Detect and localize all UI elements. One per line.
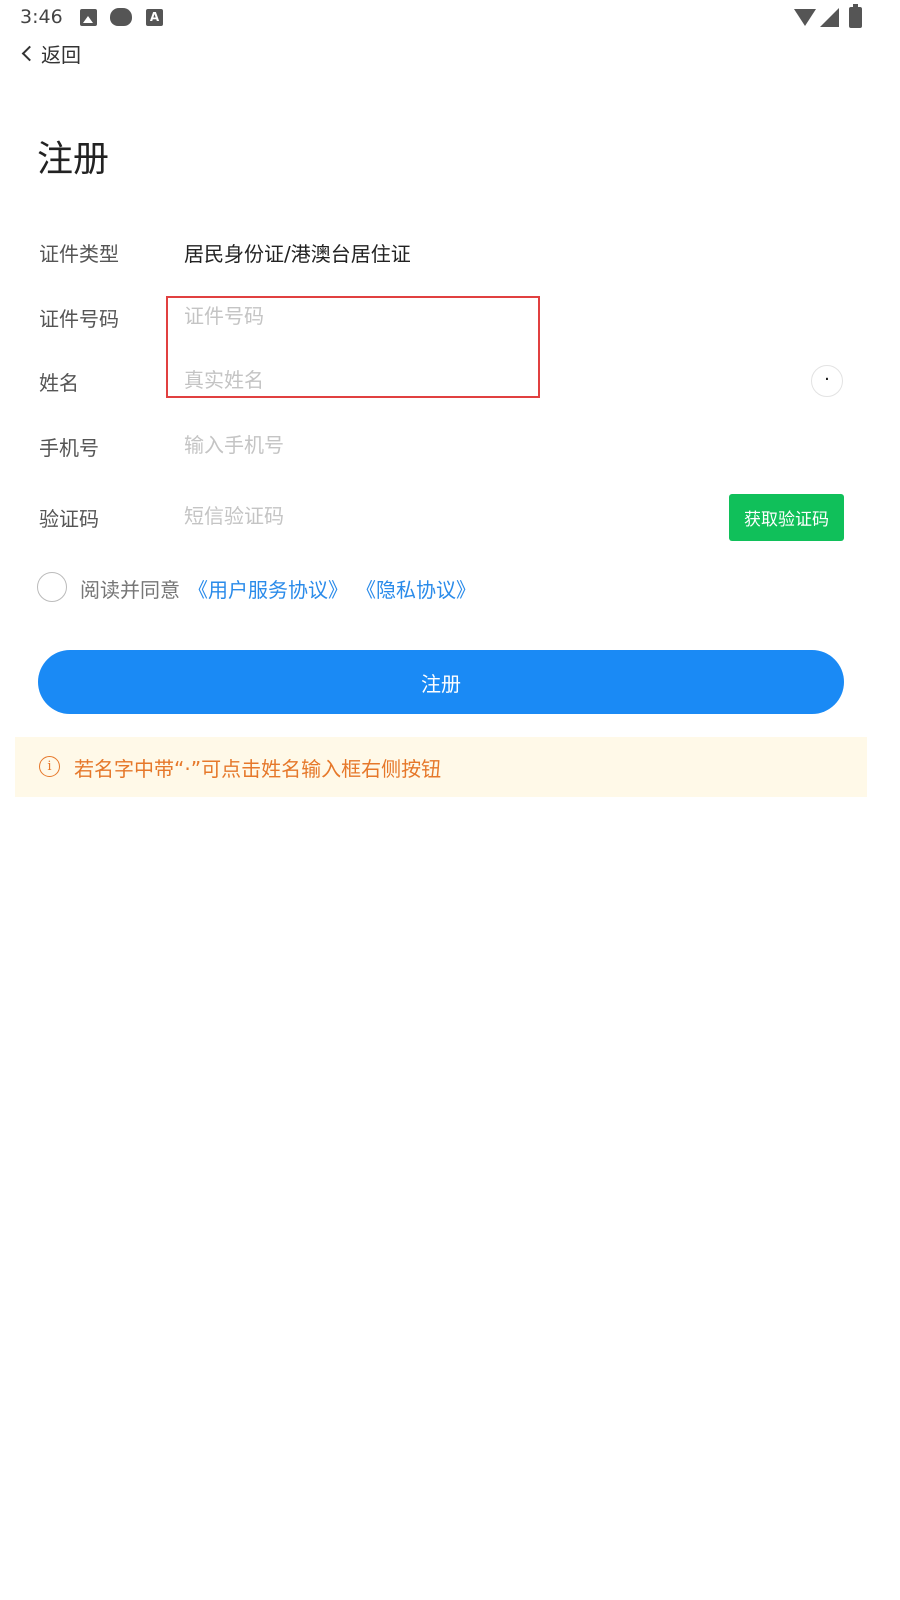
code-input[interactable] xyxy=(176,494,552,538)
middle-dot-icon: · xyxy=(824,369,830,390)
phone-input[interactable] xyxy=(176,423,552,467)
id-type-label: 证件类型 xyxy=(39,242,119,266)
insert-dot-button[interactable]: · xyxy=(811,365,843,397)
id-type-value[interactable]: 居民身份证/港澳台居住证 xyxy=(184,238,411,267)
tip-banner: i 若名字中带“·”可点击姓名输入框右侧按钮 xyxy=(15,737,867,797)
highlight-box xyxy=(166,296,540,398)
wifi-icon xyxy=(794,9,816,26)
name-label: 姓名 xyxy=(39,371,79,395)
page-title: 注册 xyxy=(37,139,110,180)
code-label: 验证码 xyxy=(39,507,99,531)
app-a-icon: A xyxy=(146,9,163,26)
terms-link[interactable]: 《用户服务协议》 xyxy=(188,574,348,603)
phone-label: 手机号 xyxy=(39,436,99,460)
agree-checkbox[interactable] xyxy=(37,572,67,602)
back-button[interactable]: 返回 xyxy=(18,40,81,67)
info-icon: i xyxy=(39,756,60,777)
chevron-left-icon xyxy=(21,45,38,61)
back-label: 返回 xyxy=(41,42,81,67)
register-button[interactable]: 注册 xyxy=(38,650,844,714)
tip-text: 若名字中带“·”可点击姓名输入框右侧按钮 xyxy=(74,757,442,781)
signal-icon xyxy=(820,8,839,27)
get-code-button[interactable]: 获取验证码 xyxy=(729,494,844,541)
bear-icon xyxy=(110,8,132,26)
status-time: 3:46 xyxy=(20,6,63,28)
agree-text: 阅读并同意 xyxy=(80,578,180,602)
battery-charging-icon xyxy=(849,4,862,28)
image-icon xyxy=(80,9,97,26)
privacy-link[interactable]: 《隐私协议》 xyxy=(356,574,476,603)
id-number-label: 证件号码 xyxy=(39,307,119,331)
